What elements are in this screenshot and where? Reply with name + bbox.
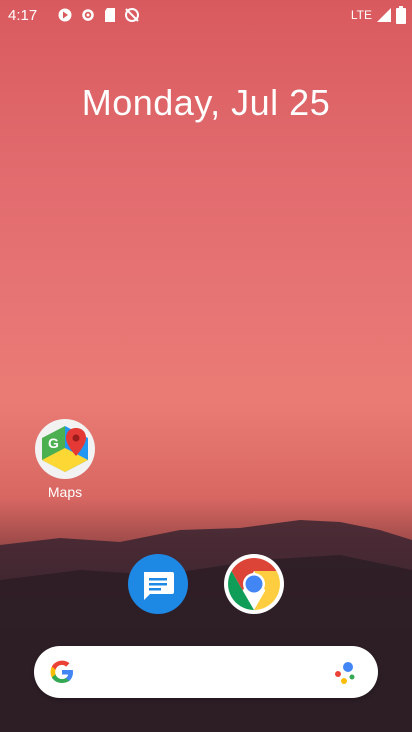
google-g-icon bbox=[50, 660, 73, 683]
status-time: 4:17 bbox=[8, 7, 38, 24]
svg-text:G: G bbox=[48, 435, 59, 451]
status-bar: 4:17 LTE bbox=[0, 0, 412, 32]
battery-icon bbox=[396, 6, 406, 24]
messages-icon bbox=[128, 554, 188, 614]
signal-icon bbox=[377, 8, 391, 22]
messages-app[interactable] bbox=[126, 554, 190, 614]
google-search-bar[interactable] bbox=[34, 646, 378, 698]
media-icon bbox=[58, 8, 72, 22]
date-widget[interactable]: Monday, Jul 25 bbox=[0, 82, 412, 124]
network-type: LTE bbox=[350, 8, 372, 22]
chrome-app[interactable] bbox=[222, 554, 286, 614]
chrome-icon bbox=[224, 554, 284, 614]
maps-label: Maps bbox=[47, 484, 83, 500]
no-sync-icon bbox=[125, 8, 139, 22]
google-assistant-icon[interactable] bbox=[330, 660, 356, 686]
maps-icon: G bbox=[35, 419, 95, 479]
maps-app[interactable]: G Maps bbox=[30, 418, 100, 500]
settings-icon bbox=[82, 9, 94, 21]
sd-card-icon bbox=[105, 8, 115, 22]
